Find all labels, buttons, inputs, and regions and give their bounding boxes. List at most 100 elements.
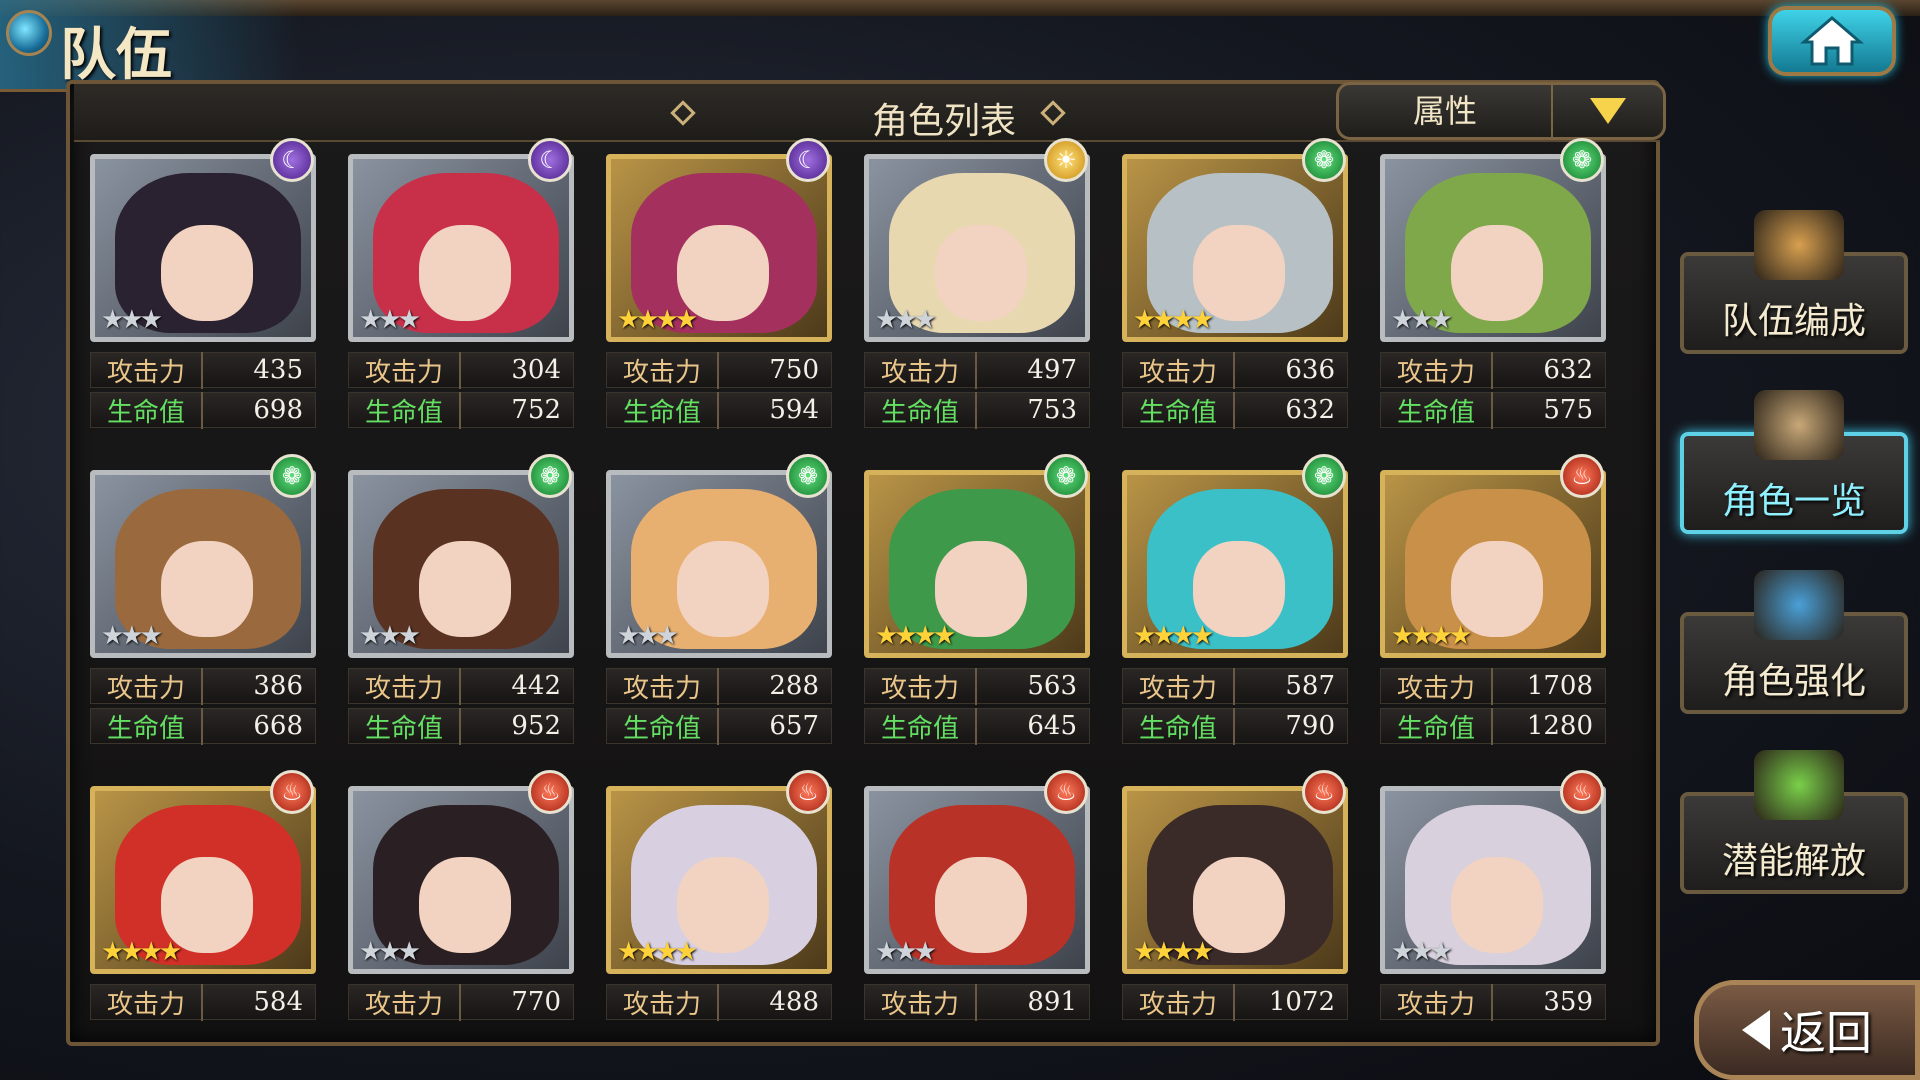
character-card[interactable]: ★★★ ❁ 攻击力 288 生命值 657 [606, 454, 832, 778]
hp-label: 生命值 [865, 391, 977, 429]
dropdown-arrow[interactable] [1553, 85, 1663, 137]
character-card[interactable]: ★★★ ❁ 攻击力 442 生命值 952 [348, 454, 574, 778]
character-card[interactable]: ★★★★ ♨ 攻击力 1072 [1122, 770, 1348, 1080]
character-face-art [935, 857, 1027, 953]
attack-value: 587 [1285, 671, 1335, 701]
hp-label: 生命值 [1123, 391, 1235, 429]
attack-value: 636 [1285, 355, 1335, 385]
attack-value: 770 [511, 987, 561, 1017]
hp-label: 生命值 [91, 707, 203, 745]
attack-value: 359 [1543, 987, 1593, 1017]
character-portrait[interactable]: ★★★★ [864, 470, 1090, 658]
hp-stat: 生命值 753 [864, 391, 1090, 429]
character-portrait[interactable]: ★★★ [1380, 786, 1606, 974]
attribute-filter-dropdown[interactable]: 属性 [1336, 82, 1666, 140]
character-portrait[interactable]: ★★★★ [1380, 470, 1606, 658]
character-portrait[interactable]: ★★★ [1380, 154, 1606, 342]
attack-stat: 攻击力 442 [348, 667, 574, 705]
character-card[interactable]: ★★★ ❁ 攻击力 386 生命值 668 [90, 454, 316, 778]
wind-element-icon: ❁ [528, 454, 572, 498]
character-portrait[interactable]: ★★★ [90, 470, 316, 658]
side-menu-label: 角色一览 [1721, 481, 1866, 522]
header-diamond-left-icon [670, 100, 696, 126]
attack-value: 632 [1543, 355, 1593, 385]
attribute-filter-label: 属性 [1339, 85, 1553, 137]
hp-value: 657 [769, 711, 819, 741]
character-face-art [677, 541, 769, 637]
character-portrait[interactable]: ★★★★ [1122, 470, 1348, 658]
character-card[interactable]: ★★★★ ❁ 攻击力 563 生命值 645 [864, 454, 1090, 778]
wind-element-icon: ❁ [270, 454, 314, 498]
attack-label: 攻击力 [607, 351, 719, 389]
character-card[interactable]: ★★★★ ☾ 攻击力 750 生命值 594 [606, 138, 832, 462]
hp-value: 594 [769, 395, 819, 425]
character-card[interactable]: ★★★ ♨ 攻击力 359 [1380, 770, 1606, 1080]
rarity-stars-icon: ★★★ [1391, 937, 1453, 967]
side-menu-button[interactable]: 角色强化 [1680, 570, 1908, 714]
attack-value: 304 [511, 355, 561, 385]
wind-element-icon: ❁ [1302, 138, 1346, 182]
fire-element-icon: ♨ [1560, 454, 1604, 498]
character-portrait[interactable]: ★★★ [606, 470, 832, 658]
character-portrait[interactable]: ★★★★ [90, 786, 316, 974]
rarity-stars-icon: ★★★★ [1391, 621, 1472, 651]
character-card[interactable]: ★★★★ ♨ 攻击力 584 [90, 770, 316, 1080]
character-portrait[interactable]: ★★★★ [1122, 786, 1348, 974]
attack-label: 攻击力 [91, 351, 203, 389]
rarity-stars-icon: ★★★ [875, 937, 937, 967]
character-card[interactable]: ★★★ ♨ 攻击力 891 [864, 770, 1090, 1080]
character-card[interactable]: ★★★ ☾ 攻击力 304 生命值 752 [348, 138, 574, 462]
character-card[interactable]: ★★★★ ❁ 攻击力 636 生命值 632 [1122, 138, 1348, 462]
character-card[interactable]: ★★★★ ❁ 攻击力 587 生命值 790 [1122, 454, 1348, 778]
character-face-art [419, 541, 511, 637]
wind-element-icon: ❁ [786, 454, 830, 498]
attack-stat: 攻击力 488 [606, 983, 832, 1021]
character-card[interactable]: ★★★ ☀ 攻击力 497 生命值 753 [864, 138, 1090, 462]
character-portrait[interactable]: ★★★★ [1122, 154, 1348, 342]
character-card[interactable]: ★★★★ ♨ 攻击力 488 [606, 770, 832, 1080]
moon-element-icon: ☾ [528, 138, 572, 182]
character-portrait[interactable]: ★★★ [348, 154, 574, 342]
character-portrait[interactable]: ★★★★ [606, 154, 832, 342]
home-button[interactable] [1768, 6, 1896, 76]
rarity-stars-icon: ★★★★ [617, 305, 698, 335]
attack-value: 442 [511, 671, 561, 701]
side-menu-button[interactable]: 队伍编成 [1680, 210, 1908, 354]
fire-element-icon: ♨ [786, 770, 830, 814]
character-card[interactable]: ★★★ ☾ 攻击力 435 生命值 698 [90, 138, 316, 462]
character-face-art [161, 541, 253, 637]
hp-value: 753 [1027, 395, 1077, 425]
attack-stat: 攻击力 632 [1380, 351, 1606, 389]
character-portrait[interactable]: ★★★ [90, 154, 316, 342]
side-menu-button[interactable]: 潜能解放 [1680, 750, 1908, 894]
hp-stat: 生命值 1280 [1380, 707, 1606, 745]
hp-stat: 生命值 657 [606, 707, 832, 745]
fire-element-icon: ♨ [270, 770, 314, 814]
character-portrait[interactable]: ★★★★ [606, 786, 832, 974]
character-portrait[interactable]: ★★★ [864, 154, 1090, 342]
enhance-crystal-icon [1754, 570, 1844, 640]
character-portrait[interactable]: ★★★ [348, 470, 574, 658]
character-face-art [419, 857, 511, 953]
sun-element-icon: ☀ [1044, 138, 1088, 182]
character-card[interactable]: ★★★ ❁ 攻击力 632 生命值 575 [1380, 138, 1606, 462]
back-button[interactable]: 返回 [1694, 980, 1920, 1080]
character-face-art [161, 225, 253, 321]
home-icon [1800, 16, 1864, 66]
character-card[interactable]: ★★★ ♨ 攻击力 770 [348, 770, 574, 1080]
attack-label: 攻击力 [865, 983, 977, 1021]
side-menu-button[interactable]: 角色一览 [1680, 390, 1908, 534]
hp-stat: 生命值 698 [90, 391, 316, 429]
fire-element-icon: ♨ [528, 770, 572, 814]
character-card[interactable]: ★★★★ ♨ 攻击力 1708 生命值 1280 [1380, 454, 1606, 778]
rarity-stars-icon: ★★★★ [875, 621, 956, 651]
attack-value: 497 [1027, 355, 1077, 385]
rarity-stars-icon: ★★★ [101, 621, 163, 651]
character-portrait[interactable]: ★★★ [864, 786, 1090, 974]
moon-element-icon: ☾ [786, 138, 830, 182]
character-face-art [1451, 225, 1543, 321]
attack-value: 891 [1027, 987, 1077, 1017]
attack-label: 攻击力 [607, 983, 719, 1021]
hp-stat: 生命值 575 [1380, 391, 1606, 429]
character-portrait[interactable]: ★★★ [348, 786, 574, 974]
